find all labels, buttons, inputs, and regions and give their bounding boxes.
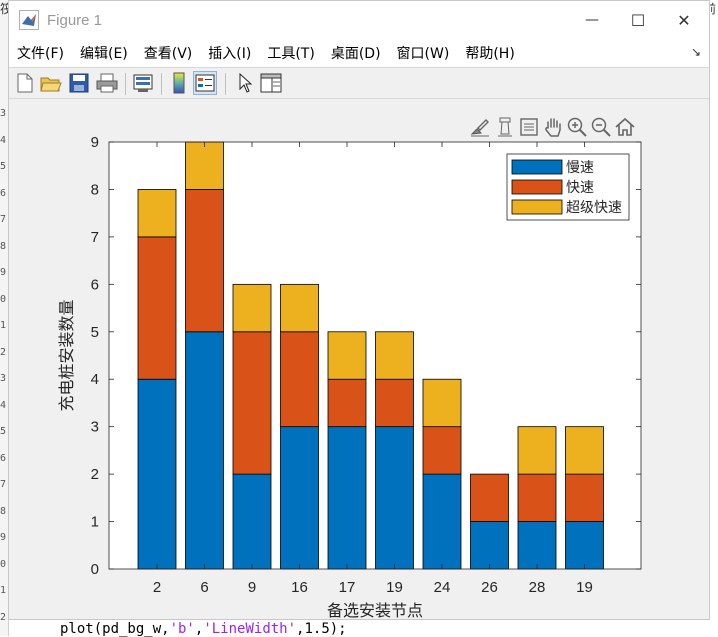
x-tick-label: 26 (481, 579, 498, 596)
bar-segment (327, 426, 367, 570)
x-tick-label: 6 (200, 579, 208, 596)
y-tick-label: 4 (91, 371, 99, 388)
bar-segment (470, 521, 509, 570)
legend-entry: 快速 (566, 180, 594, 196)
bar-segment (375, 331, 414, 380)
y-axis-label: 充电桩安装数量 (57, 299, 76, 411)
bar-segment (375, 378, 414, 428)
x-axis-label: 备选安装节点 (327, 601, 423, 620)
bar-segment (327, 378, 367, 428)
x-tick-label: 2 (153, 579, 161, 596)
bar-segment (565, 473, 604, 522)
x-tick-label: 19 (386, 579, 403, 596)
bar-segment (517, 473, 557, 522)
bar-segment (565, 426, 604, 475)
y-tick-label: 2 (91, 466, 99, 483)
bar-segment (422, 426, 462, 475)
y-tick-label: 1 (91, 514, 99, 531)
bar-segment (517, 521, 557, 570)
bar-segment (232, 283, 272, 333)
bar-segment (185, 331, 224, 570)
y-tick-label: 5 (91, 324, 99, 341)
bar-segment (565, 521, 604, 570)
bar-segment (422, 378, 462, 428)
y-tick-label: 6 (91, 276, 99, 293)
x-tick-label: 24 (434, 579, 451, 596)
bar-segment (280, 283, 319, 333)
bar-segment (232, 473, 272, 570)
y-tick-label: 3 (91, 419, 99, 436)
y-tick-label: 7 (91, 229, 99, 246)
bar-segment (232, 331, 272, 475)
legend-entry: 慢速 (566, 159, 594, 176)
x-tick-label: 17 (339, 579, 356, 596)
stacked-bar-chart: 01234567892 6 9 16 17 19 24 26 28 19备选安装节点充电桩安装数量… (57, 134, 642, 620)
x-tick-label: 28 (529, 579, 546, 596)
legend-swatch (511, 199, 563, 215)
bar-segment (327, 331, 367, 380)
bar-segment (280, 331, 319, 428)
bar-segment (137, 189, 177, 238)
bar-segment (185, 189, 224, 333)
x-tick-label: 9 (248, 579, 256, 596)
bar-segment (137, 378, 177, 570)
y-tick-label: 9 (91, 134, 99, 151)
x-tick-label: 16 (291, 579, 308, 596)
bar-segment (185, 141, 224, 190)
y-tick-label: 8 (91, 181, 99, 198)
legend-swatch (511, 179, 563, 195)
bar-segment (137, 236, 177, 380)
x-tick-label: 19 (576, 579, 593, 596)
bar-segment (470, 473, 509, 522)
bar-segment (517, 426, 557, 475)
bar-segment (422, 473, 462, 570)
y-tick-label: 0 (91, 561, 99, 578)
legend-entry: 超级快速 (566, 200, 622, 216)
bar-segment (280, 426, 319, 570)
legend-swatch (511, 159, 563, 175)
bar-segment (375, 426, 414, 570)
